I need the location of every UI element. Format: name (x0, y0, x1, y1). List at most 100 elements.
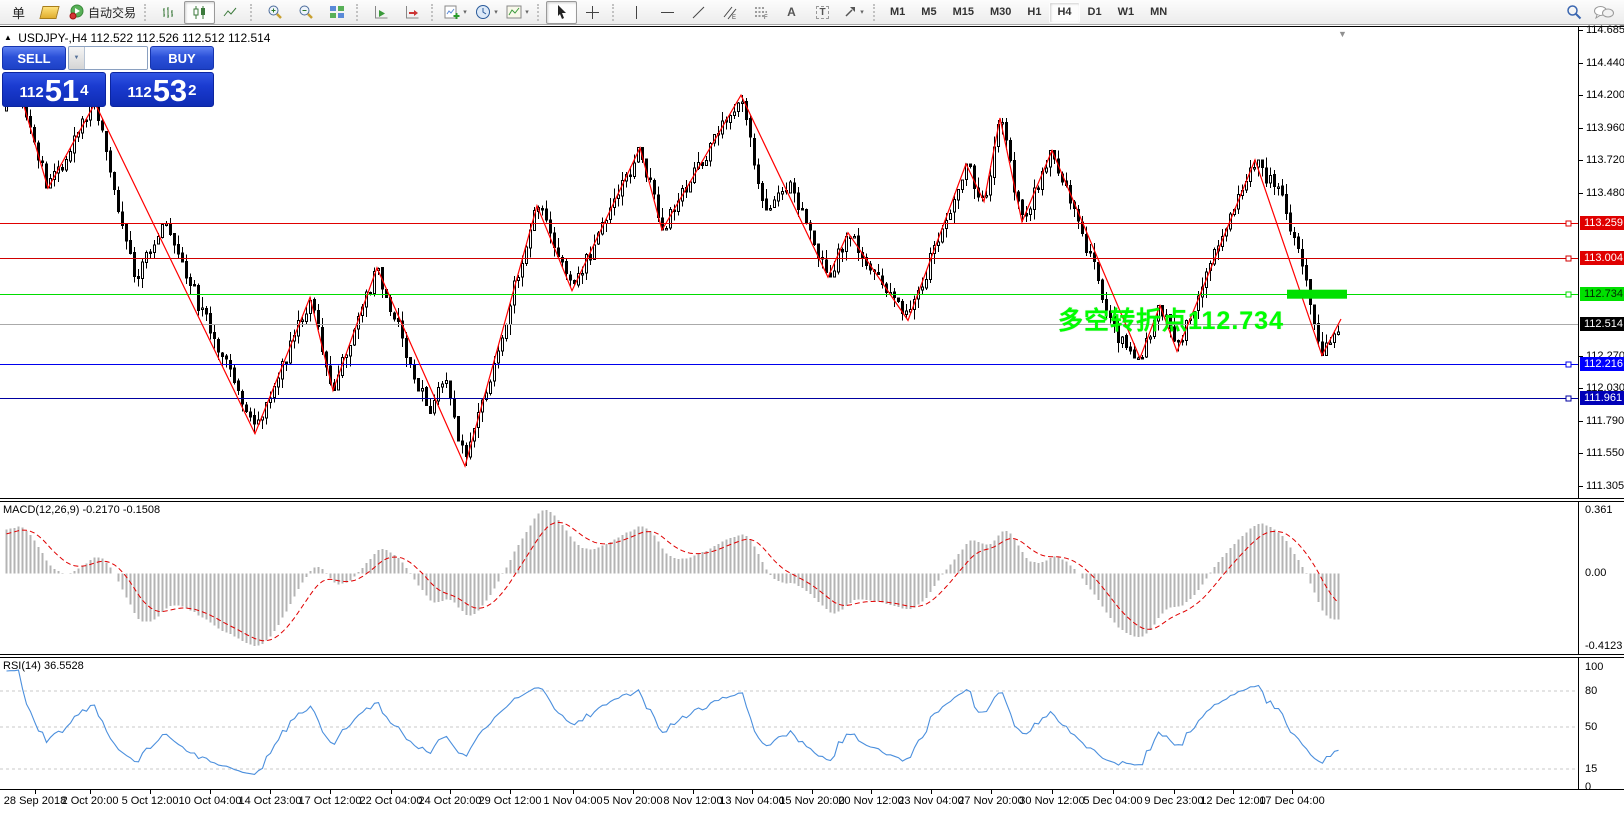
horizontal-line-button[interactable] (652, 1, 683, 24)
channel-icon: E (723, 6, 736, 20)
volume-stepper: ▼ ▲ (68, 46, 148, 70)
search-icon[interactable] (1566, 4, 1583, 21)
vertical-line-icon (636, 5, 638, 19)
time-tick (1233, 790, 1234, 794)
sell-price-display[interactable]: 112 51 4 (2, 72, 106, 107)
rsi-axis-value: 50 (1585, 721, 1598, 733)
tf-m30[interactable]: M30 (982, 2, 1019, 23)
text-button[interactable]: A (776, 1, 807, 24)
time-tick (1174, 790, 1175, 794)
buy-button[interactable]: BUY (150, 46, 214, 70)
dropdown-icon[interactable]: ▾ (860, 8, 864, 16)
tf-w1[interactable]: W1 (1110, 2, 1143, 23)
tf-m15[interactable]: M15 (945, 2, 982, 23)
rsi-axis[interactable]: 100 80 50 15 0 (1578, 658, 1624, 793)
dropdown-icon[interactable]: ▾ (525, 8, 529, 16)
line-chart-button[interactable] (215, 1, 246, 24)
buy-price-big: 53 (152, 72, 188, 108)
fibonacci-button[interactable]: F (745, 1, 776, 24)
time-label: 27 Nov 20:00 (958, 795, 1024, 807)
ohlc-values: 112.522 112.526 112.512 112.514 (90, 31, 271, 45)
tile-windows-button[interactable] (321, 1, 352, 24)
tf-h1[interactable]: H1 (1019, 2, 1049, 23)
new-order-icon (39, 5, 60, 19)
templates-button[interactable]: ▾ (502, 1, 533, 24)
price-tick: 113.480 (1579, 187, 1624, 200)
tf-mn[interactable]: MN (1142, 2, 1175, 23)
horizontal-line-icon (661, 11, 675, 13)
zoom-out-button[interactable] (290, 1, 321, 24)
time-label: 15 Nov 20:00 (779, 795, 845, 807)
window-collapse-icon[interactable]: ▲ (4, 33, 12, 42)
clock-icon (476, 5, 491, 19)
tf-h4[interactable]: H4 (1049, 1, 1080, 23)
text-label-button[interactable]: T (807, 1, 838, 24)
tf-m1[interactable]: M1 (882, 2, 913, 23)
price-axis[interactable]: 114.685 114.440 114.200 113.960 113.720 113.4… (1578, 24, 1624, 498)
time-label: 17 Oct 12:00 (298, 795, 362, 807)
time-tick (991, 790, 992, 794)
price-tick: 113.960 (1579, 122, 1624, 135)
chart-shift-button[interactable] (396, 1, 427, 24)
main-toolbar: 单 自动交易 ▾ ▾ ▾ E F A T ▾ M1 M5 M15 M30 H1 … (0, 0, 1624, 25)
volume-input[interactable] (85, 47, 147, 69)
chat-icon[interactable] (1593, 4, 1615, 21)
time-tick (330, 790, 331, 794)
candlestick-chart-button[interactable] (184, 0, 216, 24)
crosshair-button[interactable] (577, 1, 608, 24)
arrows-button[interactable]: ▾ (838, 1, 869, 24)
time-label: 1 Nov 04:00 (543, 795, 603, 807)
arrow-tool-icon (845, 7, 856, 17)
buy-price-display[interactable]: 112 53 2 (110, 72, 214, 107)
auto-scroll-button[interactable] (365, 1, 396, 24)
dropdown-icon[interactable]: ▾ (494, 8, 498, 16)
rsi-label: RSI(14) 36.5528 (3, 660, 84, 672)
crosshair-icon (586, 5, 600, 19)
cursor-button[interactable] (546, 0, 578, 24)
bar-chart-button[interactable] (153, 1, 184, 24)
time-tick (752, 790, 753, 794)
macd-canvas[interactable] (0, 502, 1578, 654)
chart-title: ▲ USDJPY-,H4 112.522 112.526 112.512 112… (4, 31, 270, 45)
price-line-label: 113.004 (1580, 250, 1624, 265)
time-tick (1052, 790, 1053, 794)
favorites-button[interactable] (34, 1, 65, 24)
equidistant-channel-button[interactable]: E (714, 1, 745, 24)
pivot-annotation: 多空转折点112.734 (1058, 307, 1284, 335)
time-label: 14 Oct 23:00 (238, 795, 302, 807)
new-order-button[interactable]: 单 (3, 1, 34, 24)
tf-d1[interactable]: D1 (1080, 2, 1110, 23)
trendline-button[interactable] (683, 1, 714, 24)
dropdown-icon[interactable]: ▾ (463, 8, 467, 16)
svg-text:E: E (732, 15, 736, 20)
template-icon (506, 5, 522, 19)
time-label: 5 Oct 12:00 (121, 795, 179, 807)
time-tick (931, 790, 932, 794)
indicators-button[interactable]: ▾ (440, 1, 471, 24)
rsi-axis-value: 100 (1585, 661, 1604, 673)
zoom-in-button[interactable] (259, 1, 290, 24)
price-chart-canvas[interactable] (0, 27, 1578, 498)
volume-down-button[interactable]: ▼ (69, 47, 85, 69)
time-tick (1113, 790, 1114, 794)
rsi-canvas[interactable] (0, 658, 1578, 789)
rsi-axis-value: 80 (1585, 685, 1598, 697)
vertical-line-button[interactable] (621, 1, 652, 24)
tf-m5[interactable]: M5 (913, 2, 944, 23)
periods-button[interactable]: ▾ (471, 1, 502, 24)
bar-chart-icon (163, 6, 174, 18)
time-axis[interactable]: 28 Sep 2018 2 Oct 20:00 5 Oct 12:00 10 Oct … (0, 789, 1624, 813)
time-label: 12 Dec 12:00 (1200, 795, 1266, 807)
price-tick: 114.685 (1579, 24, 1624, 37)
time-tick (1292, 790, 1293, 794)
macd-axis-top: 0.361 (1585, 504, 1613, 516)
macd-axis[interactable]: 0.361 0.00 -0.4123 (1578, 502, 1624, 654)
time-label: 30 Nov 12:00 (1019, 795, 1085, 807)
sell-button[interactable]: SELL (2, 46, 66, 70)
price-tick: 111.550 (1579, 447, 1624, 460)
autotrade-button[interactable]: 自动交易 (65, 1, 140, 24)
buy-price-prefix: 112 (127, 84, 152, 101)
price-tick: 114.440 (1579, 57, 1624, 70)
time-tick (450, 790, 451, 794)
time-tick (633, 790, 634, 794)
